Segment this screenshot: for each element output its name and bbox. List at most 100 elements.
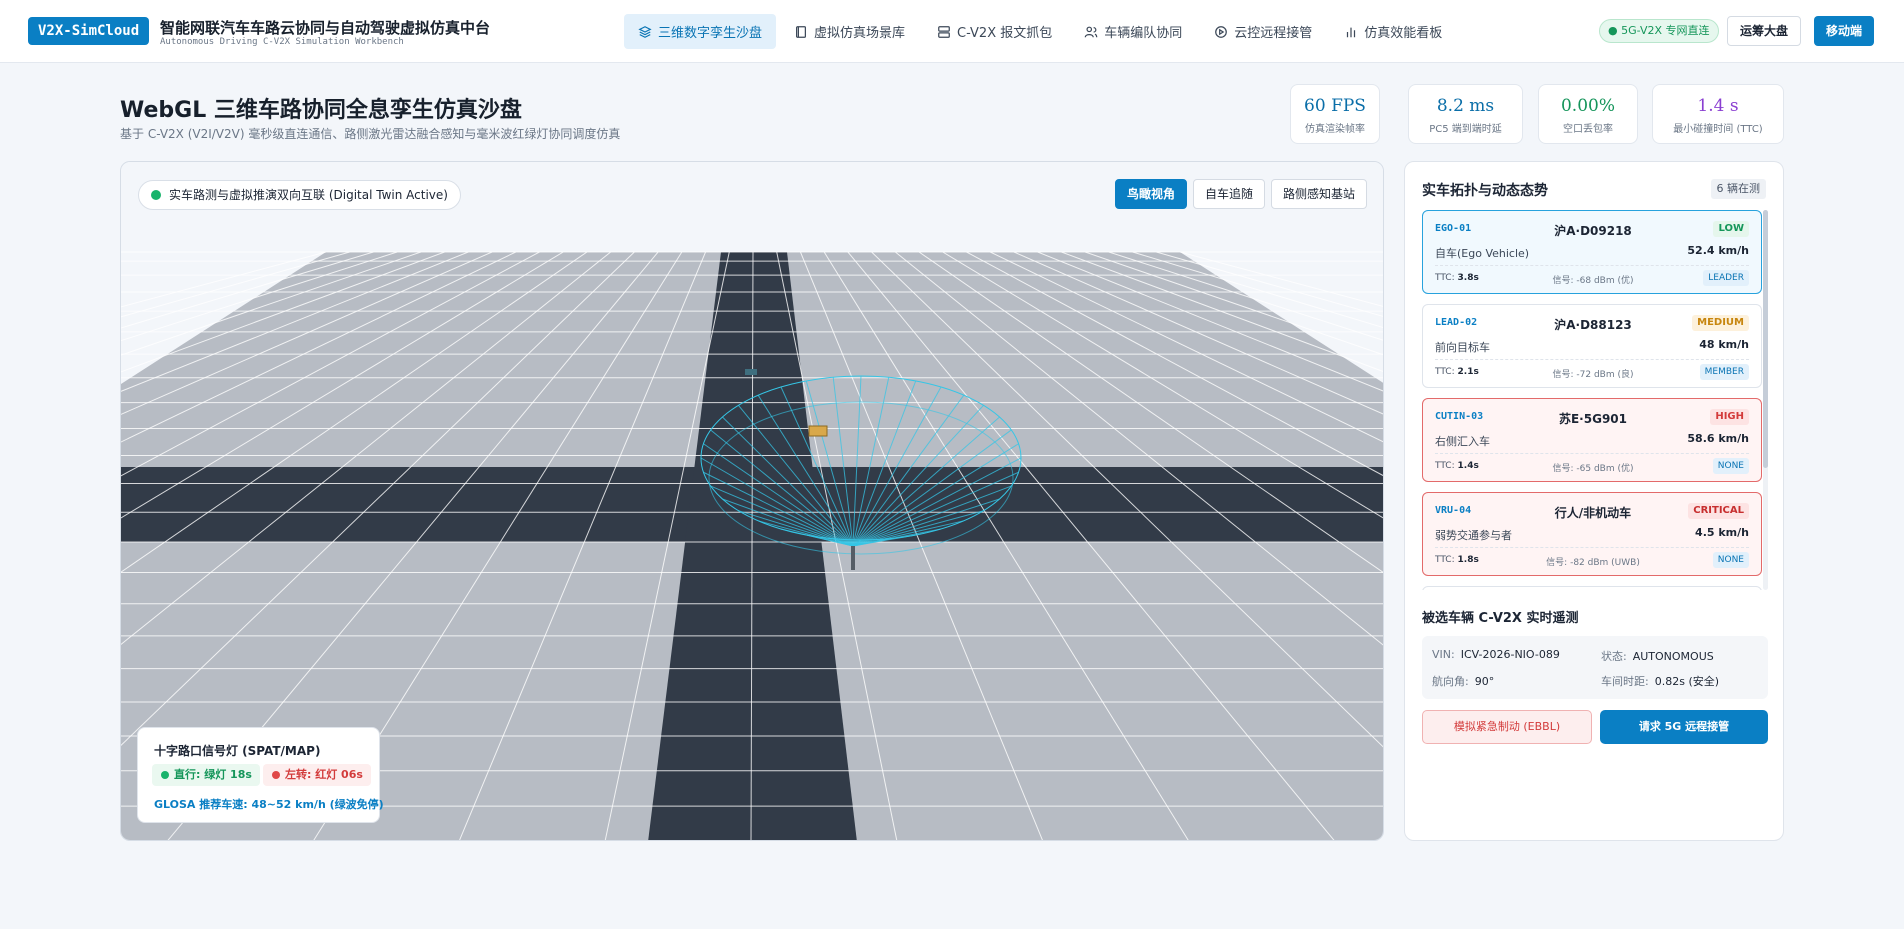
divider bbox=[1435, 453, 1749, 454]
glosa-advice: GLOSA 推荐车速: 48~52 km/h (绿波免停) bbox=[154, 798, 384, 811]
red-light-dot bbox=[272, 771, 280, 779]
vehicle-topology-panel: 实车拓扑与动态态势 6 辆在测 EGO-01 沪A·D09218 LOW 自车(… bbox=[1404, 161, 1784, 841]
vehicle-card-partial[interactable] bbox=[1422, 586, 1762, 590]
users-icon bbox=[1084, 26, 1098, 37]
view-roadside-button[interactable]: 路侧感知基站 bbox=[1270, 179, 1367, 209]
nav-item-scene-library[interactable]: 虚拟仿真场景库 bbox=[780, 14, 919, 49]
signal-title: 十字路口信号灯 (SPAT/MAP) bbox=[154, 744, 321, 758]
telemetry-title: 被选车辆 C-V2X 实时遥测 bbox=[1422, 611, 1579, 626]
vehicle-card-lead[interactable]: LEAD-02 沪A·D88123 MEDIUM 前向目标车 48 km/h T… bbox=[1422, 304, 1762, 388]
vehicle-speed: 48 km/h bbox=[1699, 338, 1749, 351]
divider bbox=[1435, 547, 1749, 548]
vehicle-ttc: TTC: 3.8s bbox=[1435, 273, 1479, 283]
nav-item-digital-twin[interactable]: 三维数字孪生沙盘 bbox=[624, 14, 777, 49]
vehicle-plate: 沪A·D09218 bbox=[1554, 224, 1632, 238]
vehicle-id: LEAD-02 bbox=[1435, 317, 1478, 328]
metric-value: 1.4 s bbox=[1697, 96, 1739, 116]
server-icon bbox=[938, 25, 950, 38]
nav-item-packet-capture[interactable]: C-V2X 报文抓包 bbox=[923, 14, 1066, 49]
telemetry-state: 状态: AUTONOMOUS bbox=[1601, 648, 1714, 664]
ttc-label: TTC: bbox=[1435, 461, 1455, 471]
ttc-label: TTC: bbox=[1435, 273, 1455, 283]
risk-badge: MEDIUM bbox=[1692, 315, 1749, 331]
page-description: 基于 C-V2X (V2I/V2V) 毫秒级直连通信、路侧激光雷达融合感知与毫米… bbox=[120, 127, 621, 141]
ttc-value: 3.8s bbox=[1457, 273, 1479, 283]
vehicle-marker bbox=[745, 369, 757, 375]
page-title: WebGL 三维车路协同全息孪生仿真沙盘 bbox=[120, 98, 522, 123]
vehicle-id: VRU-04 bbox=[1435, 505, 1472, 516]
vehicle-plate: 沪A·D88123 bbox=[1554, 318, 1632, 332]
vehicle-card-cutin[interactable]: CUTIN-03 苏E·5G901 HIGH 右侧汇入车 58.6 km/h T… bbox=[1422, 398, 1762, 482]
ops-dashboard-button[interactable]: 运筹大盘 bbox=[1727, 16, 1802, 46]
nav-label: C-V2X 报文抓包 bbox=[957, 26, 1053, 41]
green-light-dot bbox=[161, 771, 169, 779]
vehicle-plate: 苏E·5G901 bbox=[1558, 412, 1627, 426]
vehicle-ttc: TTC: 1.4s bbox=[1435, 461, 1479, 471]
nav-item-platooning[interactable]: 车辆编队协同 bbox=[1070, 14, 1196, 49]
vehicle-list[interactable]: EGO-01 沪A·D09218 LOW 自车(Ego Vehicle) 52.… bbox=[1422, 210, 1762, 590]
ttc-value: 2.1s bbox=[1457, 367, 1479, 377]
mobile-button[interactable]: 移动端 bbox=[1814, 16, 1875, 46]
vehicle-list-scrollbar[interactable] bbox=[1763, 210, 1768, 590]
logo[interactable]: V2X-SimCloud bbox=[28, 17, 150, 45]
vin-label: VIN: bbox=[1432, 648, 1455, 661]
divider bbox=[1435, 265, 1749, 266]
metric-label: 空口丢包率 bbox=[1563, 124, 1613, 135]
heading-value: 90° bbox=[1474, 675, 1495, 688]
layers-icon bbox=[638, 25, 652, 38]
ttc-value: 1.8s bbox=[1457, 555, 1479, 565]
vehicle-id: EGO-01 bbox=[1435, 223, 1472, 234]
straight-signal-chip: 直行: 绿灯 18s bbox=[152, 764, 260, 786]
nav-item-dashboard[interactable]: 仿真效能看板 bbox=[1330, 14, 1456, 49]
state-value: AUTONOMOUS bbox=[1632, 650, 1714, 663]
nav-label: 仿真效能看板 bbox=[1364, 26, 1443, 41]
main-nav: 三维数字孪生沙盘 虚拟仿真场景库 C-V2X 报文抓包 车辆编队协同 云控远程接… bbox=[624, 14, 1456, 49]
app-title: 智能网联汽车车路云协同与自动驾驶虚拟仿真中台 bbox=[160, 19, 491, 37]
vehicle-role: 右侧汇入车 bbox=[1435, 435, 1490, 448]
panel-title: 实车拓扑与动态态势 bbox=[1422, 183, 1548, 199]
vehicle-ttc: TTC: 1.8s bbox=[1435, 555, 1479, 565]
metric-value: 60 FPS bbox=[1304, 96, 1366, 116]
gap-label: 车间时距: bbox=[1601, 675, 1649, 688]
metric-packet-loss: 0.00% 空口丢包率 bbox=[1538, 84, 1638, 144]
risk-badge: CRITICAL bbox=[1688, 503, 1749, 519]
view-follow-button[interactable]: 自车追随 bbox=[1192, 179, 1265, 209]
risk-badge: LOW bbox=[1713, 221, 1749, 237]
view-birdseye-button[interactable]: 鸟瞰视角 bbox=[1114, 179, 1187, 209]
vehicle-card-vru[interactable]: VRU-04 行人/非机动车 CRITICAL 弱势交通参与者 4.5 km/h… bbox=[1422, 492, 1762, 576]
vehicle-card-ego[interactable]: EGO-01 沪A·D09218 LOW 自车(Ego Vehicle) 52.… bbox=[1422, 210, 1762, 294]
app-subtitle: Autonomous Driving C-V2X Simulation Work… bbox=[160, 37, 404, 47]
metric-value: 8.2 ms bbox=[1436, 96, 1495, 116]
remote-takeover-button[interactable]: 请求 5G 远程接管 bbox=[1600, 710, 1768, 744]
webgl-sandbox[interactable]: 实车路测与虚拟推演双向互联 (Digital Twin Active) 鸟瞰视角… bbox=[120, 161, 1384, 841]
vehicle-role: 前向目标车 bbox=[1435, 341, 1490, 354]
nav-label: 云控远程接管 bbox=[1234, 26, 1313, 41]
vehicle-plate: 行人/非机动车 bbox=[1554, 506, 1632, 520]
scrollbar-thumb[interactable] bbox=[1763, 210, 1768, 468]
ttc-label: TTC: bbox=[1435, 555, 1455, 565]
emergency-brake-button[interactable]: 模拟紧急制动 (EBBL) bbox=[1422, 710, 1592, 744]
gap-value: 0.82s (安全) bbox=[1654, 675, 1720, 688]
vehicle-count-badge: 6 辆在测 bbox=[1710, 179, 1766, 199]
metric-ttc: 1.4 s 最小碰撞时间 (TTC) bbox=[1652, 84, 1784, 144]
vehicle-marker bbox=[808, 425, 828, 437]
metric-latency: 8.2 ms PC5 端到端时延 bbox=[1408, 84, 1523, 144]
vin-value: ICV-2026-NIO-089 bbox=[1460, 648, 1560, 661]
telemetry-gap: 车间时距: 0.82s (安全) bbox=[1601, 673, 1719, 689]
straight-signal-label: 直行: 绿灯 18s bbox=[174, 768, 252, 781]
nav-label: 虚拟仿真场景库 bbox=[814, 26, 906, 41]
telemetry-heading: 航向角: 90° bbox=[1432, 673, 1494, 689]
team-role-badge: LEADER bbox=[1703, 270, 1749, 286]
network-badge: ● 5G-V2X 专网直连 bbox=[1599, 19, 1719, 43]
top-bar: V2X-SimCloud 智能网联汽车车路云协同与自动驾驶虚拟仿真中台 Auto… bbox=[0, 0, 1904, 63]
nav-label: 三维数字孪生沙盘 bbox=[658, 26, 763, 41]
ttc-label: TTC: bbox=[1435, 367, 1455, 377]
left-signal-chip: 左转: 红灯 06s bbox=[263, 764, 371, 786]
vehicle-role: 弱势交通参与者 bbox=[1435, 529, 1512, 542]
metric-label: PC5 端到端时延 bbox=[1429, 124, 1502, 135]
nav-item-remote-takeover[interactable]: 云控远程接管 bbox=[1200, 14, 1326, 49]
metric-fps: 60 FPS 仿真渲染帧率 bbox=[1290, 84, 1380, 144]
metric-label: 仿真渲染帧率 bbox=[1305, 124, 1365, 135]
book-icon bbox=[796, 25, 807, 38]
team-role-badge: NONE bbox=[1712, 458, 1749, 474]
